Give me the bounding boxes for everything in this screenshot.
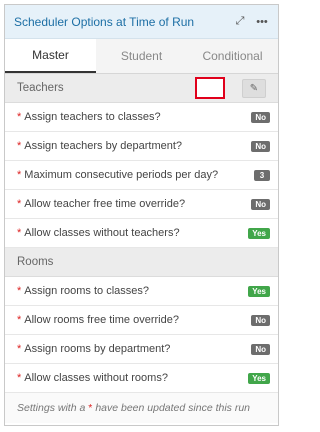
option-row: * Allow classes without rooms? Yes (5, 364, 278, 393)
option-row: * Assign rooms to classes? Yes (5, 277, 278, 306)
value-badge: Yes (248, 227, 270, 239)
option-label: Assign teachers to classes? (24, 111, 161, 123)
value-badge: Yes (248, 372, 270, 384)
panel-title: Scheduler Options at Time of Run (14, 14, 195, 29)
pencil-icon: ✎ (249, 82, 259, 94)
updated-star-icon: * (17, 372, 22, 384)
tab-conditional[interactable]: Conditional (187, 39, 278, 73)
option-label: Maximum consecutive periods per day? (24, 169, 219, 181)
more-icon[interactable]: ••• (254, 16, 270, 28)
option-row: * Assign teachers to classes? No (5, 103, 278, 132)
tab-master[interactable]: Master (5, 39, 96, 73)
footer-prefix: Settings with a (17, 402, 86, 414)
option-label: Allow rooms free time override? (24, 314, 179, 326)
tab-bar: Master Student Conditional (5, 39, 278, 74)
panel-header: Scheduler Options at Time of Run ⤢ ••• (5, 5, 278, 39)
updated-star-icon: * (17, 140, 22, 152)
option-label: Assign rooms to classes? (24, 285, 149, 297)
option-row: * Maximum consecutive periods per day? 3 (5, 161, 278, 190)
updated-star-icon: * (88, 402, 93, 414)
highlight-box (195, 77, 225, 99)
option-row: * Assign rooms by department? No (5, 335, 278, 364)
updated-star-icon: * (17, 169, 22, 181)
footer-note: Settings with a * have been updated sinc… (5, 393, 278, 423)
updated-star-icon: * (17, 343, 22, 355)
option-row: * Allow teacher free time override? No (5, 190, 278, 219)
value-badge: No (251, 111, 270, 123)
updated-star-icon: * (17, 198, 22, 210)
value-badge: No (251, 343, 270, 355)
option-label: Assign teachers by department? (24, 140, 183, 152)
section-title-rooms: Rooms (17, 256, 54, 268)
tab-student[interactable]: Student (96, 39, 187, 73)
updated-star-icon: * (17, 285, 22, 297)
value-badge: No (251, 198, 270, 210)
option-label: Allow classes without rooms? (24, 372, 168, 384)
scheduler-options-panel: Scheduler Options at Time of Run ⤢ ••• M… (4, 4, 279, 426)
footer-suffix: have been updated since this run (95, 402, 251, 414)
expand-icon[interactable]: ⤢ (232, 15, 248, 28)
updated-star-icon: * (17, 314, 22, 326)
value-badge: 3 (254, 169, 270, 181)
section-teachers: Teachers ✎ (5, 74, 278, 103)
updated-star-icon: * (17, 111, 22, 123)
option-label: Allow teacher free time override? (24, 198, 186, 210)
value-badge: No (251, 140, 270, 152)
section-rooms: Rooms (5, 248, 278, 277)
option-row: * Allow rooms free time override? No (5, 306, 278, 335)
value-badge: No (251, 314, 270, 326)
value-badge: Yes (248, 285, 270, 297)
option-row: * Assign teachers by department? No (5, 132, 278, 161)
option-row: * Allow classes without teachers? Yes (5, 219, 278, 248)
option-label: Assign rooms by department? (24, 343, 171, 355)
updated-star-icon: * (17, 227, 22, 239)
edit-teachers-button[interactable]: ✎ (242, 78, 266, 98)
option-label: Allow classes without teachers? (24, 227, 180, 239)
